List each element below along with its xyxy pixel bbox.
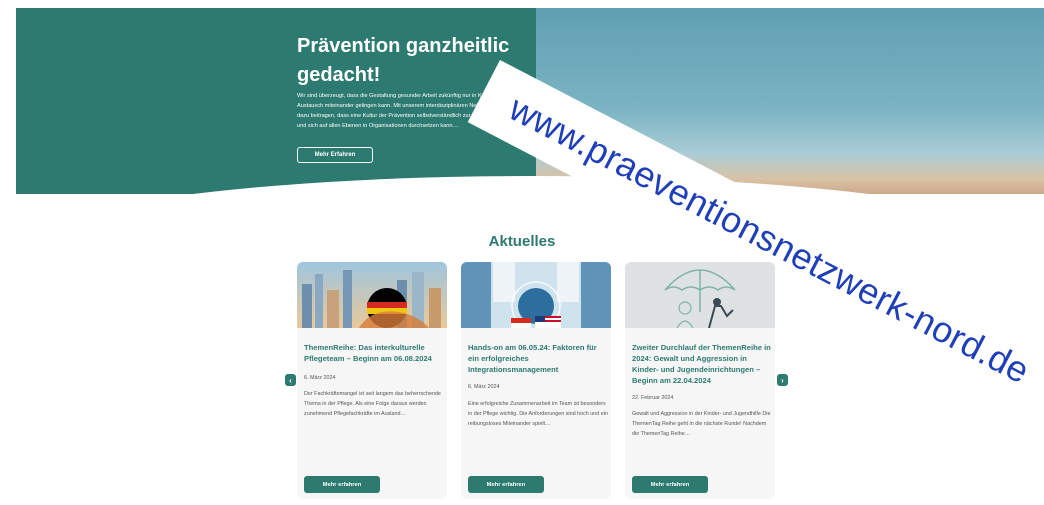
news-card-date-3: 22. Februar 2024 [632,395,674,401]
news-card-more-button-3[interactable]: Mehr erfahren [632,476,708,493]
carousel-next-button[interactable]: › [777,374,788,386]
news-card-image-2 [461,262,611,328]
news-card-date-2: 6. März 2024 [468,384,500,390]
news-card-description-2: Eine erfolgreiche Zusammenarbeit im Team… [468,401,608,427]
chevron-right-icon: › [781,375,784,385]
cityscape-flags-image [297,262,447,328]
news-card-description-1: Der Fachkräftemangel ist seit langem das… [304,391,441,417]
news-card-more-button-1[interactable]: Mehr erfahren [304,476,380,493]
umbrella-protection-image [625,262,775,328]
news-card-3: Zweiter Durchlauf der ThemenReihe in 202… [625,262,775,499]
news-card-more-button-2[interactable]: Mehr erfahren [468,476,544,493]
hero-more-button[interactable]: Mehr Erfahren [297,147,373,163]
news-card-image-1 [297,262,447,328]
news-card-image-3 [625,262,775,328]
chevron-left-icon: ‹ [289,375,292,385]
news-card-description-3: Gewalt und Aggression in der Kinder- und… [632,411,771,437]
section-title-aktuelles: Aktuelles [488,233,556,250]
carousel-prev-button[interactable]: ‹ [285,374,296,386]
news-card-title-2[interactable]: Hands-on am 06.05.24: Faktoren für ein e… [468,342,608,375]
news-card-date-1: 6. März 2024 [304,375,336,381]
news-card-2: Hands-on am 06.05.24: Faktoren für ein e… [461,262,611,499]
news-card-title-3[interactable]: Zweiter Durchlauf der ThemenReihe in 202… [632,342,772,386]
hero-title-line1: Prävention ganzheitlic [297,35,510,57]
news-card-1: ThemenReihe: Das interkulturelle Pfleget… [297,262,447,499]
news-card-title-1[interactable]: ThemenReihe: Das interkulturelle Pfleget… [304,342,444,364]
team-globe-image [461,262,611,328]
